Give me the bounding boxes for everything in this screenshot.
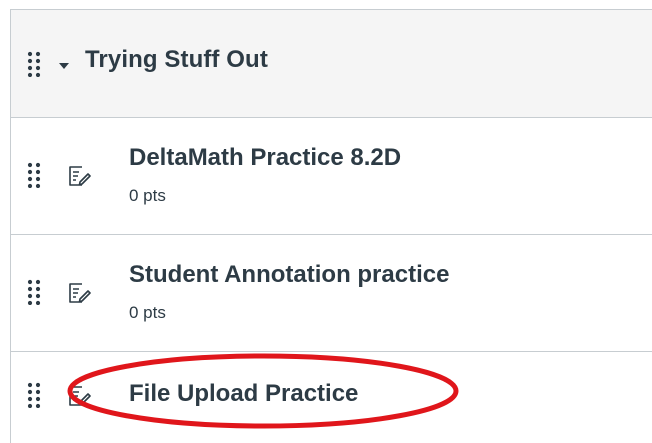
drag-handle-icon[interactable] <box>27 279 41 305</box>
item-title-link[interactable]: DeltaMath Practice 8.2D <box>129 144 401 172</box>
module-title[interactable]: Trying Stuff Out <box>85 46 268 74</box>
drag-handle-icon[interactable] <box>27 382 41 408</box>
module-item[interactable]: Student Annotation practice 0 pts <box>11 235 652 352</box>
assignment-icon <box>67 384 91 408</box>
item-points: 0 pts <box>129 303 166 322</box>
module-item[interactable]: File Upload Practice <box>11 352 652 443</box>
assignment-icon <box>67 164 91 188</box>
item-title-link[interactable]: File Upload Practice <box>129 380 358 408</box>
module-item[interactable]: DeltaMath Practice 8.2D 0 pts <box>11 118 652 235</box>
module-group: Trying Stuff Out DeltaMath Practice 8.2D… <box>10 9 652 443</box>
module-header[interactable]: Trying Stuff Out <box>11 10 652 118</box>
item-points: 0 pts <box>129 186 166 205</box>
drag-handle-icon[interactable] <box>27 51 41 77</box>
screenshot-frame: Trying Stuff Out DeltaMath Practice 8.2D… <box>0 0 652 443</box>
assignment-icon <box>67 281 91 305</box>
item-title-link[interactable]: Student Annotation practice <box>129 261 449 289</box>
caret-down-icon[interactable] <box>59 57 69 69</box>
drag-handle-icon[interactable] <box>27 162 41 188</box>
